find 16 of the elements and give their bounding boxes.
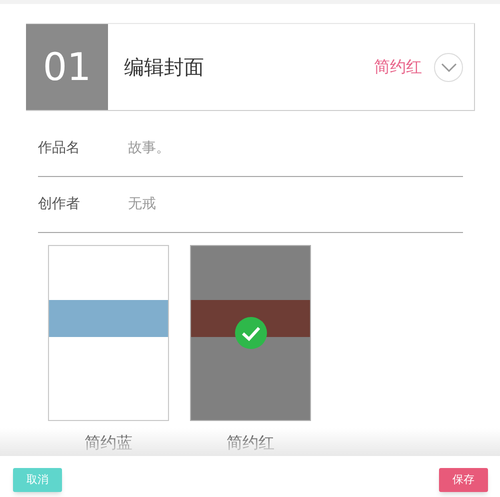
field-label: 创作者 [38,195,81,214]
section-title: 编辑封面 [124,54,205,81]
field-label: 作品名 [38,139,81,158]
field-value[interactable]: 无戒 [128,194,156,215]
chevron-down-icon [440,62,456,72]
cancel-button[interactable]: 取消 [13,468,62,492]
checkmark-icon [235,317,267,349]
theme-name: 简约蓝 [84,432,132,454]
theme-card[interactable] [190,245,311,421]
theme-name: 简约红 [226,432,274,454]
save-button[interactable]: 保存 [439,468,488,492]
current-theme: 简约红 [374,56,422,78]
step-number: 01 [26,24,108,110]
theme-card[interactable] [48,245,169,421]
field-value[interactable]: 故事。 [128,138,170,159]
expand-button[interactable] [434,52,463,82]
